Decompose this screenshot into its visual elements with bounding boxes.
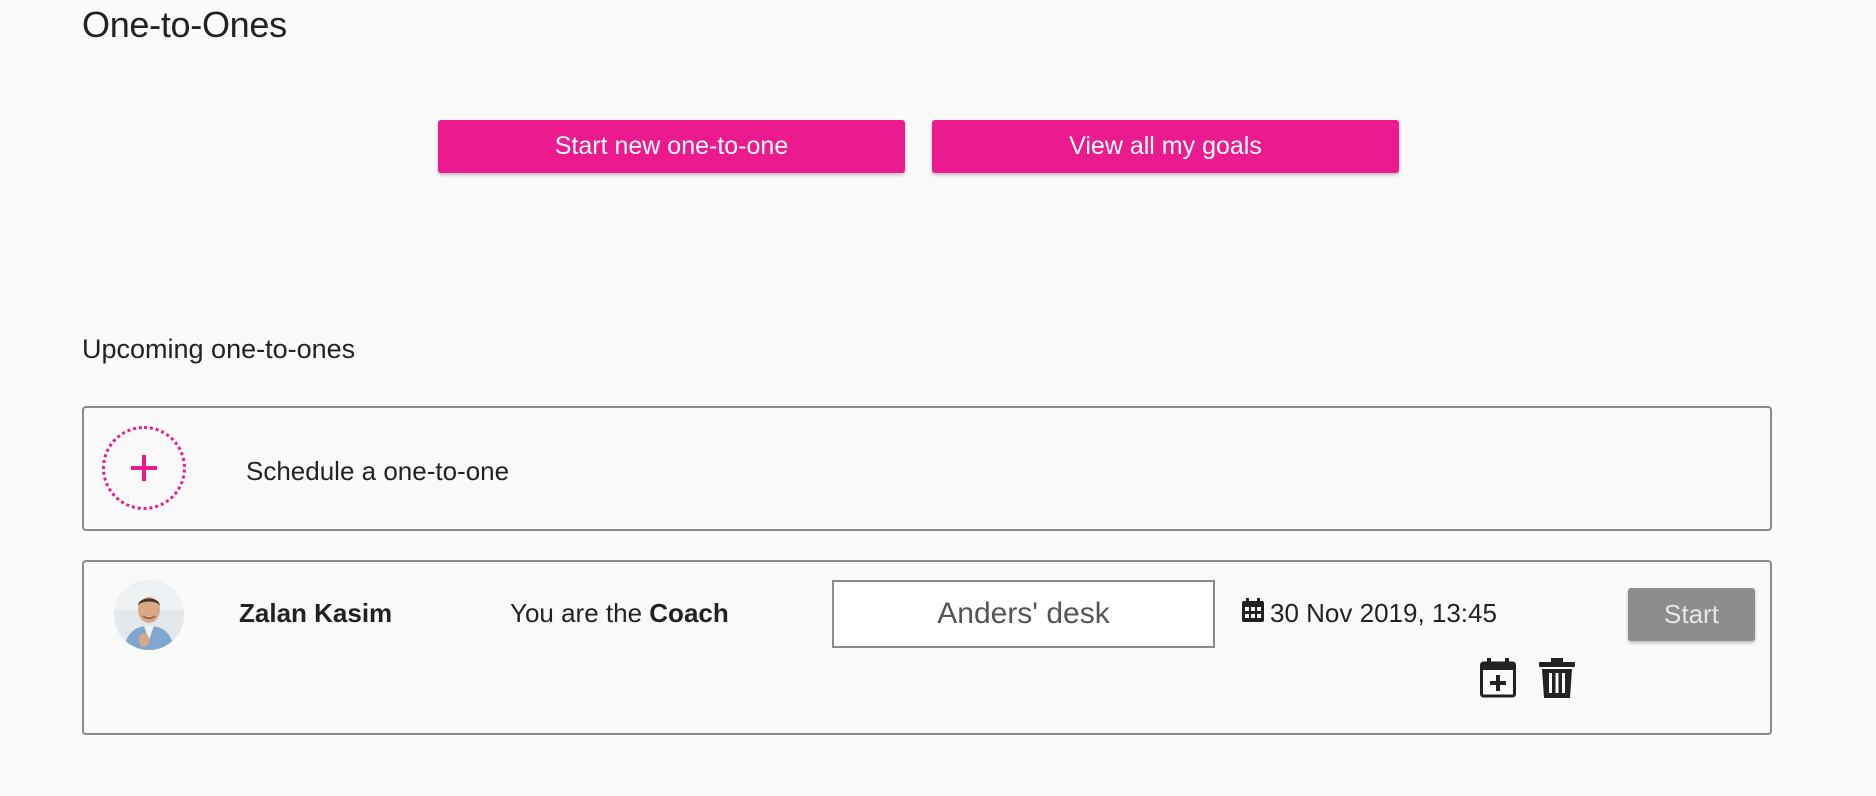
page-title: One-to-Ones [82,4,287,45]
role-value: Coach [649,598,729,628]
role-prefix: You are the [510,598,643,628]
page: One-to-Ones Start new one-to-one View al… [0,0,1876,796]
start-meeting-button[interactable]: Start [1628,588,1755,641]
trash-icon[interactable] [1539,658,1579,702]
location-field[interactable]: Anders' desk [832,580,1215,648]
meeting-datetime: 30 Nov 2019, 13:45 [1242,598,1497,629]
plus-icon [102,426,186,510]
calendar-add-icon[interactable] [1480,658,1520,702]
calendar-icon [1242,598,1264,629]
role-text: You are the Coach [510,598,729,629]
avatar [114,580,184,650]
schedule-one-to-one-card[interactable]: Schedule a one-to-one [82,406,1772,531]
start-new-one-to-one-button[interactable]: Start new one-to-one [438,120,905,173]
person-name: Zalan Kasim [239,598,393,628]
view-all-goals-button[interactable]: View all my goals [932,120,1399,173]
upcoming-section-title: Upcoming one-to-ones [82,334,356,364]
meeting-card: Zalan Kasim You are the Coach Anders' de… [82,560,1772,735]
datetime-text: 30 Nov 2019, 13:45 [1270,598,1497,628]
schedule-label: Schedule a one-to-one [246,456,510,486]
